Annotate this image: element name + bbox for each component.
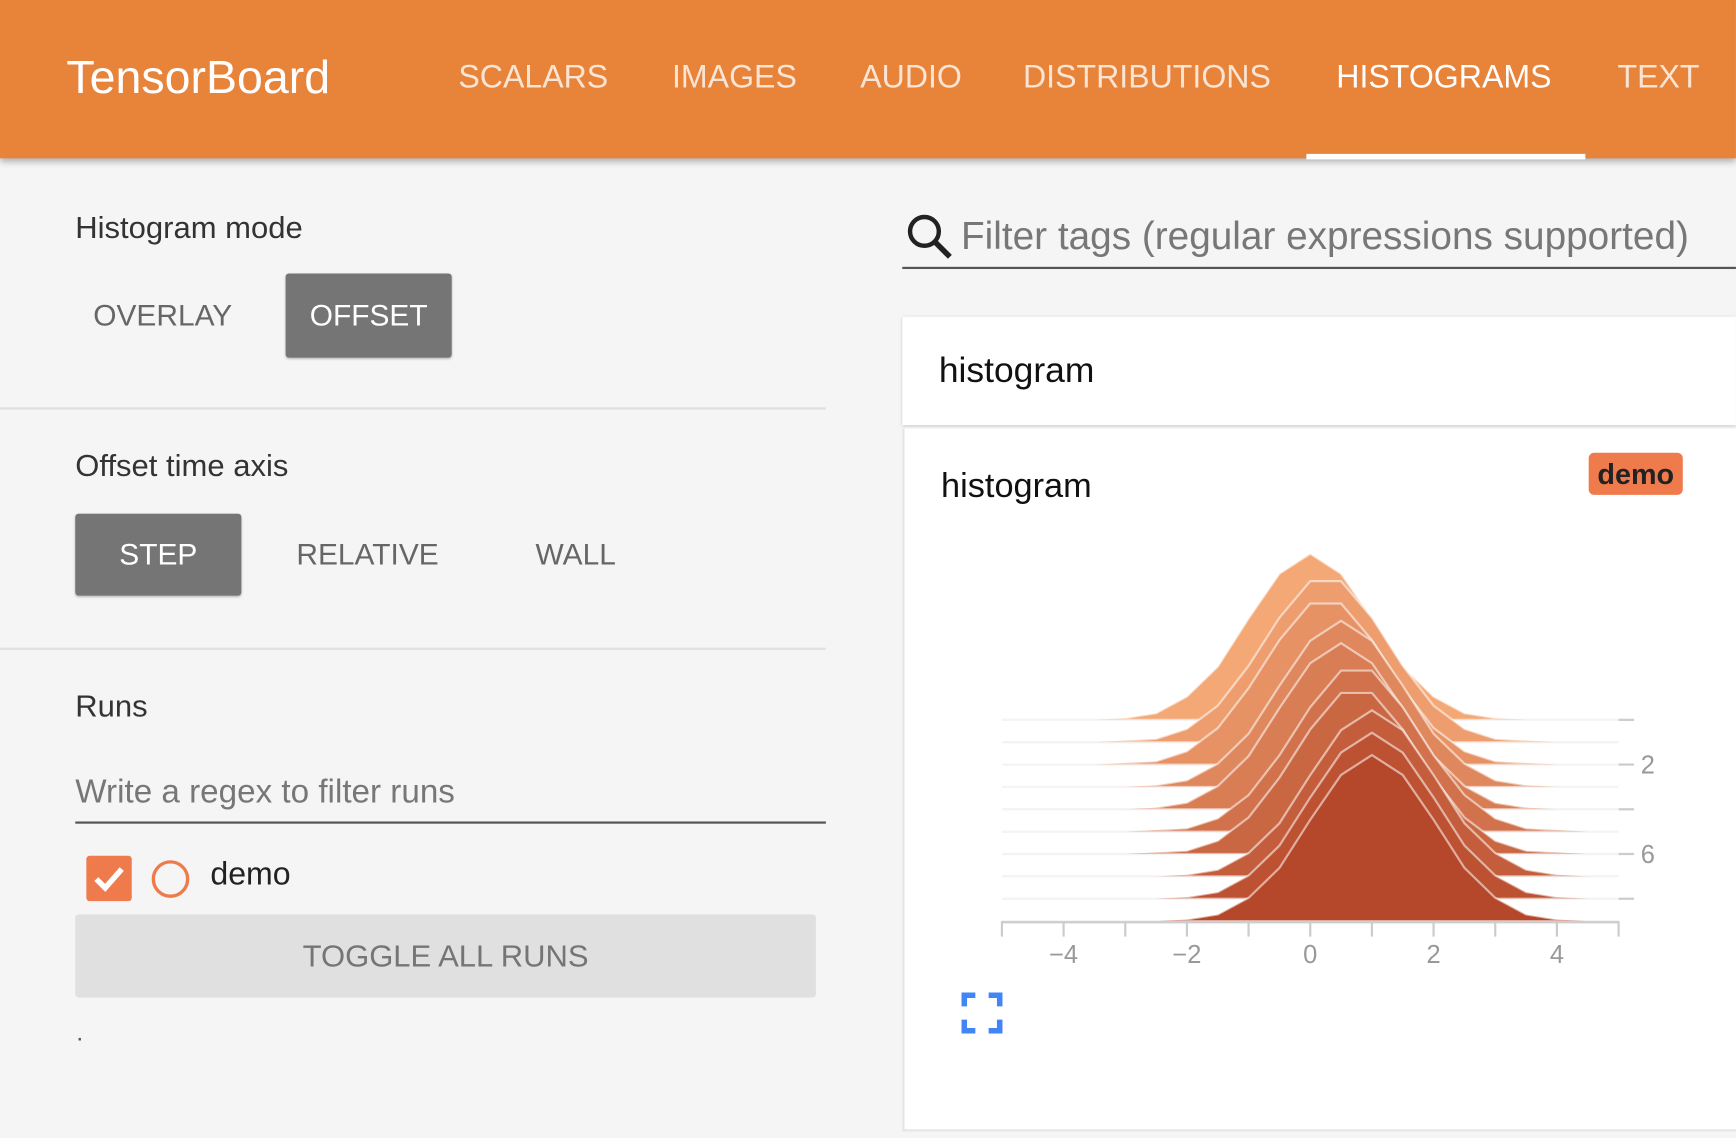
x-tick-label: 2 bbox=[1427, 941, 1441, 969]
x-tick-label: −4 bbox=[1049, 941, 1078, 969]
y-tick-label: 6 bbox=[1641, 841, 1655, 869]
x-tick-label: 4 bbox=[1550, 941, 1564, 969]
histogram-chart: −4 −2 0 2 4 2 6 bbox=[1000, 552, 1655, 969]
y-tick-label: 2 bbox=[1641, 751, 1655, 779]
x-tick-label: −2 bbox=[1172, 941, 1201, 969]
fullscreen-icon[interactable] bbox=[961, 992, 1003, 1034]
x-tick-label: 0 bbox=[1303, 941, 1317, 969]
